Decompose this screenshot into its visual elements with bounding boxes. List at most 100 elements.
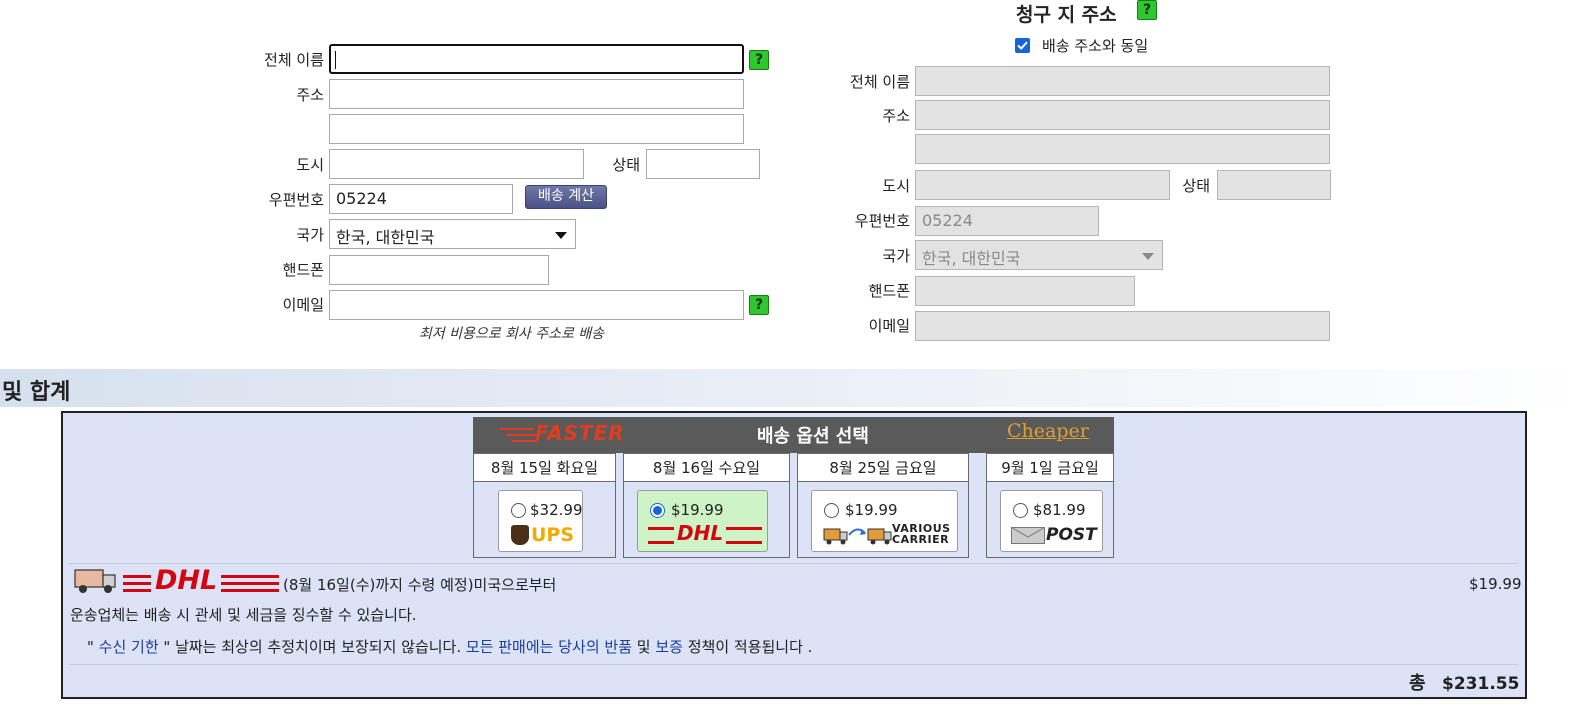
phone-input[interactable] <box>329 255 549 285</box>
billing-email-label: 이메일 <box>868 317 910 335</box>
shipping-option-ups[interactable]: 8월 15일 화요일 $32.99 UPS <box>473 453 616 558</box>
delivery-truck-icon <box>74 569 116 593</box>
billing-address-line2-input[interactable] <box>915 134 1330 164</box>
carrier-name: DHL <box>674 522 727 544</box>
carrier-trucks-icon <box>823 528 892 545</box>
option-date: 9월 1일 금요일 <box>987 454 1113 482</box>
divider <box>69 563 1518 564</box>
warranty-link[interactable]: 보증 <box>655 638 683 656</box>
billing-state-label: 상태 <box>1182 177 1210 195</box>
country-label: 국가 <box>296 226 324 244</box>
full-name-help-icon[interactable]: ? <box>749 50 769 70</box>
carrier-name: UPS <box>531 524 575 546</box>
shipping-cost: $19.99 <box>1469 575 1522 593</box>
phone-label: 핸드폰 <box>282 261 324 279</box>
ups-shield-icon <box>511 525 529 545</box>
option-radio[interactable] <box>650 503 665 518</box>
billing-address-label: 주소 <box>882 107 910 125</box>
disclaimer-quote-open: " <box>87 638 99 656</box>
billing-help-icon[interactable]: ? <box>1137 0 1157 20</box>
billing-email-input[interactable] <box>915 311 1330 341</box>
chevron-down-icon <box>555 232 567 239</box>
billing-country-select[interactable]: 한국, 대한민국 <box>915 240 1163 270</box>
disclaimer-text: " 날짜는 최상의 추정치이며 보장되지 않습니다. <box>158 638 466 656</box>
option-box[interactable]: $81.99 POST <box>1000 490 1103 552</box>
same-as-shipping-checkbox[interactable] <box>1015 38 1030 53</box>
divider <box>69 664 1518 665</box>
same-as-shipping-label: 배송 주소와 동일 <box>1042 37 1149 55</box>
option-radio[interactable] <box>511 503 526 518</box>
chevron-down-icon <box>1142 253 1154 260</box>
billing-country-label: 국가 <box>882 247 910 265</box>
returns-policy-link[interactable]: 모든 판매에는 당사의 반품 <box>466 638 632 656</box>
email-label: 이메일 <box>282 296 324 314</box>
city-input[interactable] <box>329 149 584 179</box>
city-label: 도시 <box>296 156 324 174</box>
cheaper-label: Cheaper <box>1007 420 1089 442</box>
duties-note: 운송업체는 배송 시 관세 및 세금을 징수할 수 있습니다. <box>70 606 417 624</box>
option-price: $32.99 <box>530 501 583 519</box>
option-price: $81.99 <box>1033 501 1086 519</box>
option-box[interactable]: $19.99 DHL <box>637 490 768 552</box>
billing-country-value: 한국, 대한민국 <box>922 249 1021 268</box>
state-label: 상태 <box>612 156 640 174</box>
billing-city-input[interactable] <box>915 170 1170 200</box>
billing-phone-label: 핸드폰 <box>868 282 910 300</box>
delivery-estimate: (8월 16일(수)까지 수령 예정)미국으로부터 <box>283 576 557 594</box>
disclaimer-tail: 정책이 적용됩니다 . <box>682 638 813 656</box>
dhl-logo-text: DHL <box>151 566 222 596</box>
option-box[interactable]: $19.99 VARIOUS CARRIER <box>811 490 958 552</box>
option-radio[interactable] <box>1013 503 1028 518</box>
disclaimer: " 수신 기한 " 날짜는 최상의 추정치이며 보장되지 않습니다. 모든 판매… <box>87 636 812 657</box>
zip-value: 05224 <box>336 189 387 208</box>
address-label: 주소 <box>296 86 324 104</box>
billing-address-line1-input[interactable] <box>915 100 1330 130</box>
full-name-label: 전체 이름 <box>264 51 324 69</box>
option-price: $19.99 <box>845 501 898 519</box>
email-help-icon[interactable]: ? <box>749 295 769 315</box>
billing-zip-input[interactable]: 05224 <box>915 206 1099 236</box>
total-label: 총 <box>1409 673 1426 694</box>
disclaimer-and: 및 <box>632 638 656 656</box>
calculate-shipping-button[interactable]: 배송 계산 <box>525 185 607 209</box>
checkmark-icon <box>1017 41 1028 50</box>
shipping-note: 최저 비용으로 회사 주소로 배송 <box>418 326 605 342</box>
billing-full-name-input[interactable] <box>915 66 1330 96</box>
total-value: $231.55 <box>1442 674 1520 694</box>
shipping-option-various[interactable]: 8월 25일 금요일 $19.99 VARIOUS CARRIER <box>797 453 969 558</box>
billing-city-label: 도시 <box>882 177 910 195</box>
option-radio[interactable] <box>824 503 839 518</box>
country-select[interactable]: 한국, 대한민국 <box>329 219 576 249</box>
billing-full-name-label: 전체 이름 <box>850 73 910 91</box>
full-name-input[interactable] <box>329 44 744 74</box>
shipping-option-dhl[interactable]: 8월 16일 수요일 $19.99 DHL <box>623 453 790 558</box>
carrier-name: VARIOUS CARRIER <box>892 522 951 546</box>
billing-zip-label: 우편번호 <box>854 212 910 230</box>
text-cursor <box>335 51 336 69</box>
option-date: 8월 15일 화요일 <box>474 454 615 482</box>
zip-label: 우편번호 <box>268 191 324 209</box>
dhl-logo: DHL <box>123 566 279 596</box>
faster-label: FASTER <box>535 421 625 445</box>
section-header-bar <box>0 369 1590 407</box>
address-line1-input[interactable] <box>329 79 744 109</box>
billing-phone-input[interactable] <box>915 276 1135 306</box>
shipping-options-title: 배송 옵션 선택 <box>757 426 869 447</box>
option-date: 8월 25일 금요일 <box>798 454 968 482</box>
email-input[interactable] <box>329 290 744 320</box>
section-title: 및 합계 <box>2 380 71 405</box>
state-input[interactable] <box>646 149 760 179</box>
billing-zip-value: 05224 <box>922 211 973 230</box>
option-date: 8월 16일 수요일 <box>624 454 789 482</box>
billing-state-input[interactable] <box>1217 170 1331 200</box>
zip-input[interactable]: 05224 <box>329 184 513 214</box>
shipping-option-post[interactable]: 9월 1일 금요일 $81.99 POST <box>986 453 1114 558</box>
option-price: $19.99 <box>671 501 724 519</box>
speed-lines-icon <box>500 428 538 442</box>
carrier-name: POST <box>1046 525 1097 545</box>
country-value: 한국, 대한민국 <box>336 228 435 247</box>
envelope-icon <box>1011 527 1045 544</box>
receive-by-link[interactable]: 수신 기한 <box>99 638 159 656</box>
option-box[interactable]: $32.99 UPS <box>498 490 583 552</box>
address-line2-input[interactable] <box>329 114 744 144</box>
